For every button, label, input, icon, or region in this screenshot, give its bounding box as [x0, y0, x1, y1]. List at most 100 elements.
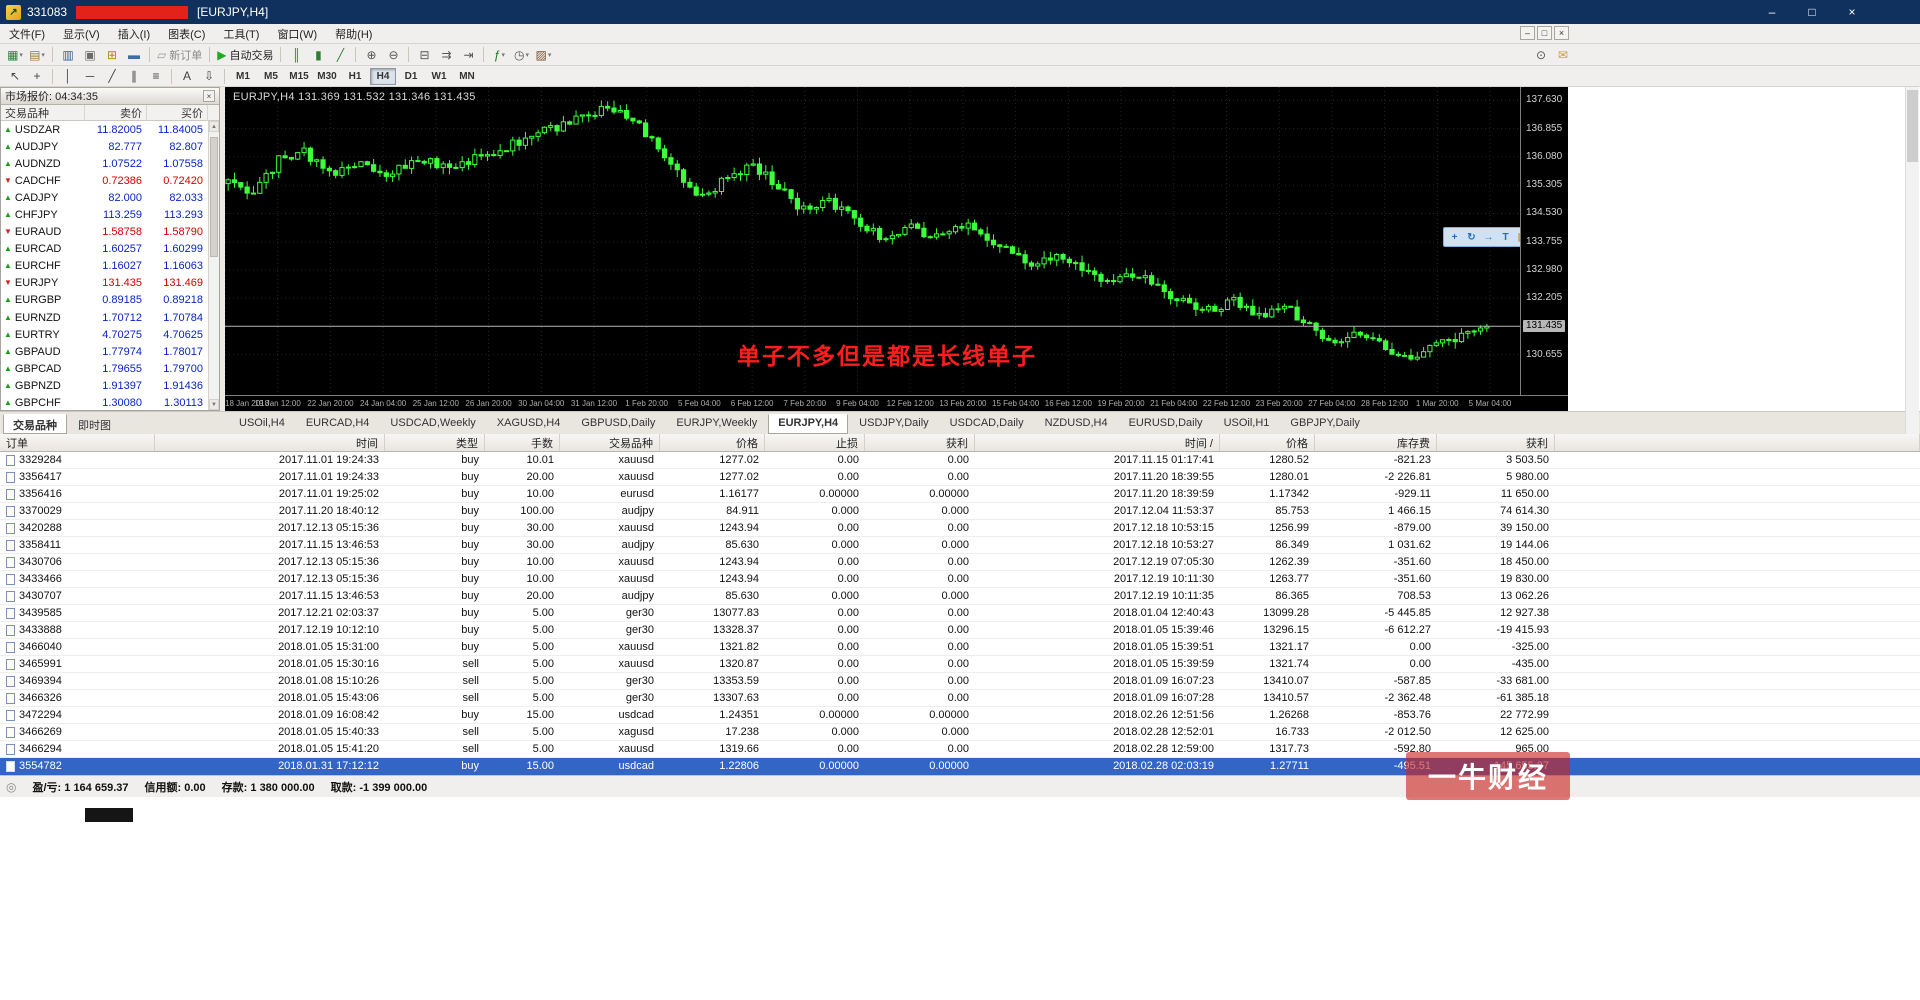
market-watch-row[interactable]: ▼ EURJPY 131.435 131.469: [1, 275, 219, 292]
market-watch-row[interactable]: ▲ EURTRY 4.70275 4.70625: [1, 326, 219, 343]
autotrading-button[interactable]: ▶ 自动交易: [214, 45, 276, 64]
timeframe-m1-button[interactable]: M1: [230, 68, 256, 85]
chart-tab[interactable]: USDJPY,Daily: [849, 414, 939, 434]
order-row[interactable]: 3356416 2017.11.01 19:25:02 buy 10.00 eurusd…: [0, 486, 1920, 503]
periods-button[interactable]: ◷ ▾: [510, 45, 532, 64]
chart-tab[interactable]: USOil,H1: [1214, 414, 1280, 434]
cycle-icon[interactable]: ↻: [1464, 230, 1479, 245]
scrollbar-thumb[interactable]: [1907, 90, 1918, 162]
order-row[interactable]: 3472294 2018.01.09 16:08:42 buy 15.00 usdcad…: [0, 707, 1920, 724]
timeframe-w1-button[interactable]: W1: [426, 68, 452, 85]
orders-col-header[interactable]: 交易品种: [560, 434, 660, 451]
market-watch-button[interactable]: ▥: [57, 45, 79, 64]
text-label-button[interactable]: A: [176, 67, 198, 86]
market-watch-row[interactable]: ▲ AUDNZD 1.07522 1.07558: [1, 155, 219, 172]
order-row[interactable]: 3466269 2018.01.05 15:40:33 sell 5.00 xagusd…: [0, 724, 1920, 741]
timeframe-d1-button[interactable]: D1: [398, 68, 424, 85]
crosshair-icon[interactable]: +: [1447, 230, 1462, 245]
market-watch-row[interactable]: ▼ CADCHF 0.72386 0.72420: [1, 172, 219, 189]
timeframe-m30-button[interactable]: M30: [314, 68, 340, 85]
text-icon[interactable]: T: [1498, 230, 1513, 245]
market-watch-tab[interactable]: 交易品种: [3, 414, 67, 434]
order-row[interactable]: 3466326 2018.01.05 15:43:06 sell 5.00 ger30 1…: [0, 690, 1920, 707]
order-row[interactable]: 3469394 2018.01.08 15:10:26 sell 5.00 ger30 1…: [0, 673, 1920, 690]
cursor-button[interactable]: ↖: [4, 67, 26, 86]
orders-col-header[interactable]: 类型: [385, 434, 485, 451]
terminal-button[interactable]: ▬: [123, 45, 145, 64]
vertical-line-button[interactable]: │: [57, 67, 79, 86]
market-watch-row[interactable]: ▲ CHFJPY 113.259 113.293: [1, 206, 219, 223]
orders-col-header[interactable]: 价格: [1220, 434, 1315, 451]
chart-tab[interactable]: XAGUSD,H4: [487, 414, 571, 434]
orders-col-header[interactable]: 库存费: [1315, 434, 1437, 451]
tile-windows-button[interactable]: ⊟: [413, 45, 435, 64]
menu-item-insert[interactable]: 插入(I): [109, 23, 159, 45]
chart-tab[interactable]: GBPUSD,Daily: [571, 414, 665, 434]
market-watch-row[interactable]: ▲ AUDJPY 82.777 82.807: [1, 138, 219, 155]
new-order-button[interactable]: ▱ 新订单: [154, 45, 205, 64]
menu-item-file[interactable]: 文件(F): [0, 23, 54, 45]
orders-col-header[interactable]: 时间 /: [975, 434, 1220, 451]
close-icon[interactable]: ×: [203, 90, 215, 102]
time-axis[interactable]: 18 Jan 2018 19 Jan 12:00 22 Jan 20:00 24 Ja…: [225, 395, 1568, 411]
order-row[interactable]: 3465991 2018.01.05 15:30:16 sell 5.00 xauusd…: [0, 656, 1920, 673]
zoom-out-button[interactable]: ⊖: [382, 45, 404, 64]
horizontal-line-button[interactable]: ─: [79, 67, 101, 86]
order-row[interactable]: 3356417 2017.11.01 19:24:33 buy 20.00 xauusd…: [0, 469, 1920, 486]
chart-close-icon[interactable]: ×: [1554, 26, 1569, 40]
order-row[interactable]: 3439585 2017.12.21 02:03:37 buy 5.00 ger30 13…: [0, 605, 1920, 622]
zoom-in-button[interactable]: ⊕: [360, 45, 382, 64]
indicators-button[interactable]: ƒ ▾: [488, 45, 510, 64]
chart-tab[interactable]: USDCAD,Weekly: [380, 414, 485, 434]
chart-tab[interactable]: EURUSD,Daily: [1119, 414, 1213, 434]
menu-item-tools[interactable]: 工具(T): [214, 23, 268, 45]
menu-item-help[interactable]: 帮助(H): [326, 23, 381, 45]
order-row[interactable]: 3433466 2017.12.13 05:15:36 buy 10.00 xauusd…: [0, 571, 1920, 588]
vertical-scrollbar[interactable]: [1905, 87, 1919, 434]
arrows-button[interactable]: ⇩: [198, 67, 220, 86]
equidistant-channel-button[interactable]: ∥: [123, 67, 145, 86]
menu-item-window[interactable]: 窗口(W): [268, 23, 326, 45]
navigator-button[interactable]: ⊞: [101, 45, 123, 64]
timeframe-mn-button[interactable]: MN: [454, 68, 480, 85]
order-row[interactable]: 3420288 2017.12.13 05:15:36 buy 30.00 xauusd…: [0, 520, 1920, 537]
crosshair-button[interactable]: +: [26, 67, 48, 86]
timeframe-m5-button[interactable]: M5: [258, 68, 284, 85]
orders-col-header[interactable]: 手数: [485, 434, 560, 451]
market-watch-row[interactable]: ▲ EURCHF 1.16027 1.16063: [1, 258, 219, 275]
close-button[interactable]: ×: [1832, 0, 1872, 24]
orders-col-header[interactable]: 获利: [1437, 434, 1555, 451]
timeframe-h4-button[interactable]: H4: [370, 67, 396, 85]
market-watch-row[interactable]: ▼ EURAUD 1.58758 1.58790: [1, 224, 219, 241]
fibonacci-button[interactable]: ≡: [145, 67, 167, 86]
market-watch-row[interactable]: ▲ USDZAR 11.82005 11.84005: [1, 121, 219, 138]
order-row[interactable]: 3358411 2017.11.15 13:46:53 buy 30.00 audjpy…: [0, 537, 1920, 554]
trendline-button[interactable]: ╱: [101, 67, 123, 86]
order-row[interactable]: 3430707 2017.11.15 13:46:53 buy 20.00 audjpy…: [0, 588, 1920, 605]
minimize-button[interactable]: –: [1752, 0, 1792, 24]
timeframe-m15-button[interactable]: M15: [286, 68, 312, 85]
chart-tab[interactable]: GBPJPY,Daily: [1280, 414, 1370, 434]
orders-col-header[interactable]: 获利: [865, 434, 975, 451]
community-button[interactable]: ✉: [1552, 45, 1574, 64]
price-scale[interactable]: 137.630 136.855 136.080 135.305 134.530 133.7…: [1520, 87, 1568, 395]
orders-col-header[interactable]: 时间: [155, 434, 385, 451]
chart-restore-icon[interactable]: □: [1537, 26, 1552, 40]
chart-bars-button[interactable]: ║: [285, 45, 307, 64]
maximize-button[interactable]: □: [1792, 0, 1832, 24]
order-row[interactable]: 3466294 2018.01.05 15:41:20 sell 5.00 xauusd…: [0, 741, 1920, 758]
orders-col-header[interactable]: 订单: [0, 434, 155, 451]
orders-col-header[interactable]: 止损: [765, 434, 865, 451]
order-row[interactable]: 3430706 2017.12.13 05:15:36 buy 10.00 xauusd…: [0, 554, 1920, 571]
scrollbar-thumb[interactable]: [210, 137, 218, 257]
order-row[interactable]: 3370029 2017.11.20 18:40:12 buy 100.00 audjp…: [0, 503, 1920, 520]
market-watch-row[interactable]: ▲ GBPCAD 1.79655 1.79700: [1, 360, 219, 377]
profiles-button[interactable]: ▤ ▾: [26, 45, 48, 64]
chart-tab[interactable]: NZDUSD,H4: [1035, 414, 1118, 434]
market-watch-row[interactable]: ▲ CADJPY 82.000 82.033: [1, 189, 219, 206]
order-row[interactable]: 3466040 2018.01.05 15:31:00 buy 5.00 xauusd 1…: [0, 639, 1920, 656]
market-watch-row[interactable]: ▲ GBPCHF 1.30080 1.30113: [1, 395, 219, 411]
order-row[interactable]: 3433888 2017.12.19 10:12:10 buy 5.00 ger30 13…: [0, 622, 1920, 639]
market-watch-row[interactable]: ▲ GBPNZD 1.91397 1.91436: [1, 377, 219, 394]
market-watch-row[interactable]: ▲ EURGBP 0.89185 0.89218: [1, 292, 219, 309]
